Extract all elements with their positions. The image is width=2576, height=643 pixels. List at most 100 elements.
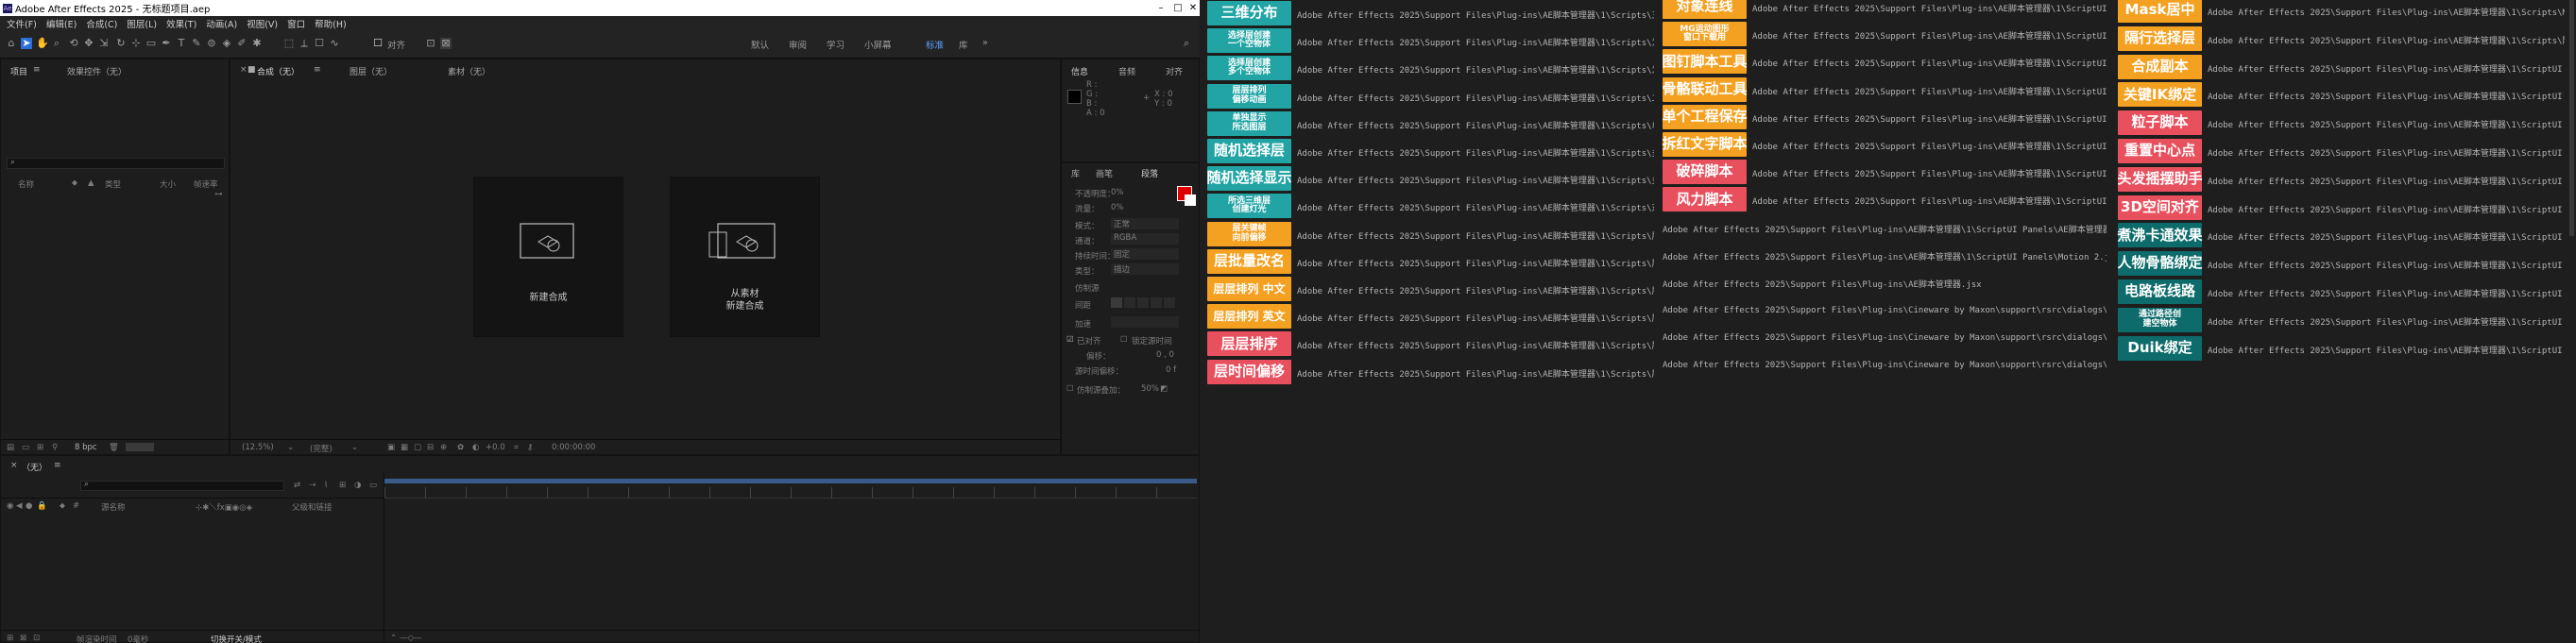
timeline-search-input[interactable]: ⌕ xyxy=(80,480,284,491)
script-path-a-9[interactable]: Adobe After Effects 2025\Support Files\P… xyxy=(1297,257,1654,269)
script-button-b-0[interactable]: 对象连线 xyxy=(1663,0,1747,19)
workspace-standard[interactable]: 标准 xyxy=(926,38,944,51)
script-path-c-5[interactable]: Adobe After Effects 2025\Support Files\P… xyxy=(2208,146,2565,159)
script-button-c-7[interactable]: 3D空间对齐 xyxy=(2118,195,2202,220)
label-icon[interactable]: ⬥ xyxy=(72,178,77,188)
region-icon[interactable]: ▣ xyxy=(387,443,395,452)
script-path-a-6[interactable]: Adobe After Effects 2025\Support Files\P… xyxy=(1297,174,1654,186)
zoom-tool-icon[interactable]: ⌕ xyxy=(51,38,62,49)
preset-2-button[interactable] xyxy=(1124,297,1135,308)
script-path-b-4[interactable]: Adobe After Effects 2025\Support Files\P… xyxy=(1752,112,2109,125)
script-path-a-5[interactable]: Adobe After Effects 2025\Support Files\P… xyxy=(1297,146,1654,159)
label-color-icon[interactable]: ⬥ xyxy=(60,501,65,511)
close-icon[interactable]: × xyxy=(240,65,247,75)
script-button-b-6[interactable]: 破碎脚本 xyxy=(1663,160,1747,185)
snap-b-icon[interactable]: ⊠ xyxy=(440,38,452,49)
script-path-b-3[interactable]: Adobe After Effects 2025\Support Files\P… xyxy=(1752,85,2109,97)
script-path-c-6[interactable]: Adobe After Effects 2025\Support Files\P… xyxy=(2208,175,2565,187)
puppet-tool-icon[interactable]: ✱ xyxy=(251,38,263,49)
brush-tool-icon[interactable]: ✎ xyxy=(191,38,202,49)
script-path-c-1[interactable]: Adobe After Effects 2025\Support Files\P… xyxy=(2208,34,2565,46)
script-button-a-6[interactable]: 随机选择显示 xyxy=(1207,166,1292,192)
work-area-bar[interactable] xyxy=(384,479,1197,483)
motion-blur-icon[interactable]: ◑ xyxy=(354,481,361,490)
timeline-tab-menu[interactable]: ≡ xyxy=(54,461,61,470)
aligned-checkbox-icon[interactable]: ☑ xyxy=(1066,335,1074,345)
source-dropdown[interactable] xyxy=(1111,316,1179,328)
script-path-c-7[interactable]: Adobe After Effects 2025\Support Files\P… xyxy=(2208,203,2565,215)
script-path-b-1[interactable]: Adobe After Effects 2025\Support Files\P… xyxy=(1752,29,2109,42)
toggle-switches-modes[interactable]: 切换开关/模式 xyxy=(211,634,262,643)
script-button-c-5[interactable]: 重置中心点 xyxy=(2118,139,2202,163)
project-tab[interactable]: 项目 xyxy=(10,65,27,77)
menu-view[interactable]: 视图(V) xyxy=(247,17,278,30)
workspace-default[interactable]: 默认 xyxy=(751,38,769,51)
resolution-chevron-down-icon[interactable]: ⌄ xyxy=(351,443,358,452)
column-type[interactable]: 类型 xyxy=(105,178,121,190)
shy-icon[interactable]: ⌇ xyxy=(324,481,328,490)
footage-tab[interactable]: 素材（无） xyxy=(448,65,490,77)
script-button-a-8[interactable]: 层关键帧 向前偏移 xyxy=(1207,221,1291,246)
script-path-c-8[interactable]: Adobe After Effects 2025\Support Files\P… xyxy=(2208,230,2565,243)
script-path-c-10[interactable]: Adobe After Effects 2025\Support Files\P… xyxy=(2208,287,2565,299)
graph-editor-icon[interactable]: ▭ xyxy=(369,481,377,490)
opacity-value[interactable]: 0% xyxy=(1111,188,1124,197)
project-search-input[interactable]: ⌕ xyxy=(7,158,225,169)
dolly-camera-icon[interactable]: ⇲ xyxy=(98,38,110,49)
overlay-checkbox-icon[interactable]: ☐ xyxy=(1066,384,1074,394)
script-button-a-10[interactable]: 层层排列 中文 xyxy=(1207,277,1291,301)
workspace-more-icon[interactable]: » xyxy=(982,38,988,48)
overlay-value[interactable]: 50% xyxy=(1141,384,1159,394)
preset-4-button[interactable] xyxy=(1151,297,1162,308)
script-button-a-1[interactable]: 选择层创建 一个空物体 xyxy=(1207,28,1291,54)
script-button-c-4[interactable]: 粒子脚本 xyxy=(2118,110,2202,136)
menu-composition[interactable]: 合成(C) xyxy=(86,17,117,30)
script-button-c-9[interactable]: 人物骨骼绑定 xyxy=(2118,251,2203,277)
stretch-icon[interactable]: ⊡ xyxy=(33,634,40,643)
workspace-learn[interactable]: 学习 xyxy=(827,38,844,51)
script-path-b-7[interactable]: Adobe After Effects 2025\Support Files\P… xyxy=(1752,195,2109,207)
mask-toggle-icon[interactable]: ▢ xyxy=(414,443,421,452)
script-path-a-10[interactable]: Adobe After Effects 2025\Support Files\P… xyxy=(1297,284,1654,296)
script-button-c-10[interactable]: 电路板线路 xyxy=(2118,279,2202,304)
script-path-b-2[interactable]: Adobe After Effects 2025\Support Files\P… xyxy=(1752,57,2109,69)
pan-camera-icon[interactable]: ✥ xyxy=(83,38,94,49)
script-button-c-0[interactable]: Mask居中 xyxy=(2118,0,2202,23)
zoom-dropdown[interactable]: (12.5%) xyxy=(242,443,274,452)
eraser-tool-icon[interactable]: ◈ xyxy=(221,38,232,49)
lock-source-checkbox-icon[interactable]: ☐ xyxy=(1120,335,1128,345)
column-parent[interactable]: 父级和链接 xyxy=(292,501,333,513)
script-button-a-11[interactable]: 层层排列 英文 xyxy=(1207,304,1291,330)
effect-controls-tab[interactable]: 效果控件（无） xyxy=(67,65,127,77)
script-path-a-4[interactable]: Adobe After Effects 2025\Support Files\P… xyxy=(1297,119,1654,131)
draft-3d-icon[interactable]: ⇢ xyxy=(309,481,316,490)
script-path-long-2[interactable]: Adobe After Effects 2025\Support Files\P… xyxy=(1663,278,2107,290)
script-button-b-3[interactable]: 骨骼联动工具 xyxy=(1663,76,1748,102)
menu-animation[interactable]: 动画(A) xyxy=(206,17,237,30)
snap-a-icon[interactable]: ⊡ xyxy=(425,38,436,49)
show-snapshot-icon[interactable]: ⚷ xyxy=(527,443,533,452)
script-path-long-4[interactable]: Adobe After Effects 2025\Support Files\P… xyxy=(1663,333,2107,343)
new-folder-icon[interactable]: ▭ xyxy=(22,443,29,452)
script-button-c-3[interactable]: 关键IK绑定 xyxy=(2118,82,2202,108)
script-button-b-7[interactable]: 风力脚本 xyxy=(1663,187,1747,212)
script-path-a-0[interactable]: Adobe After Effects 2025\Support Files\P… xyxy=(1297,8,1654,21)
solo-icon[interactable]: ● xyxy=(26,501,32,511)
script-button-c-2[interactable]: 合成副本 xyxy=(2118,54,2202,79)
type-dropdown[interactable]: 描边 xyxy=(1111,263,1179,275)
close-button[interactable]: ✕ xyxy=(1186,0,1200,16)
script-path-a-11[interactable]: Adobe After Effects 2025\Support Files\P… xyxy=(1297,312,1654,324)
script-button-c-8[interactable]: 煮沸卡通效果 xyxy=(2118,223,2203,248)
script-path-a-8[interactable]: Adobe After Effects 2025\Support Files\P… xyxy=(1297,229,1654,242)
frame-blending-icon[interactable]: ⊞ xyxy=(339,481,346,490)
script-button-a-0[interactable]: 三维分布 xyxy=(1207,1,1291,25)
pin-icon[interactable]: ⚲ xyxy=(52,443,58,452)
rect-tool-icon[interactable]: ▭ xyxy=(145,38,157,49)
new-comp-from-footage-card[interactable]: 从素材 新建合成 xyxy=(670,177,820,337)
anchor-tool-icon[interactable]: ⊹ xyxy=(130,38,142,49)
script-button-b-5[interactable]: 拆红文字脚本 xyxy=(1663,132,1748,157)
video-toggle-icon[interactable]: ◉ xyxy=(7,501,13,511)
render-time-icon[interactable]: ⊞ xyxy=(7,634,13,643)
mask-icon[interactable]: ⬚ xyxy=(283,38,295,49)
brushes-tab[interactable]: 画笔 xyxy=(1096,167,1113,179)
